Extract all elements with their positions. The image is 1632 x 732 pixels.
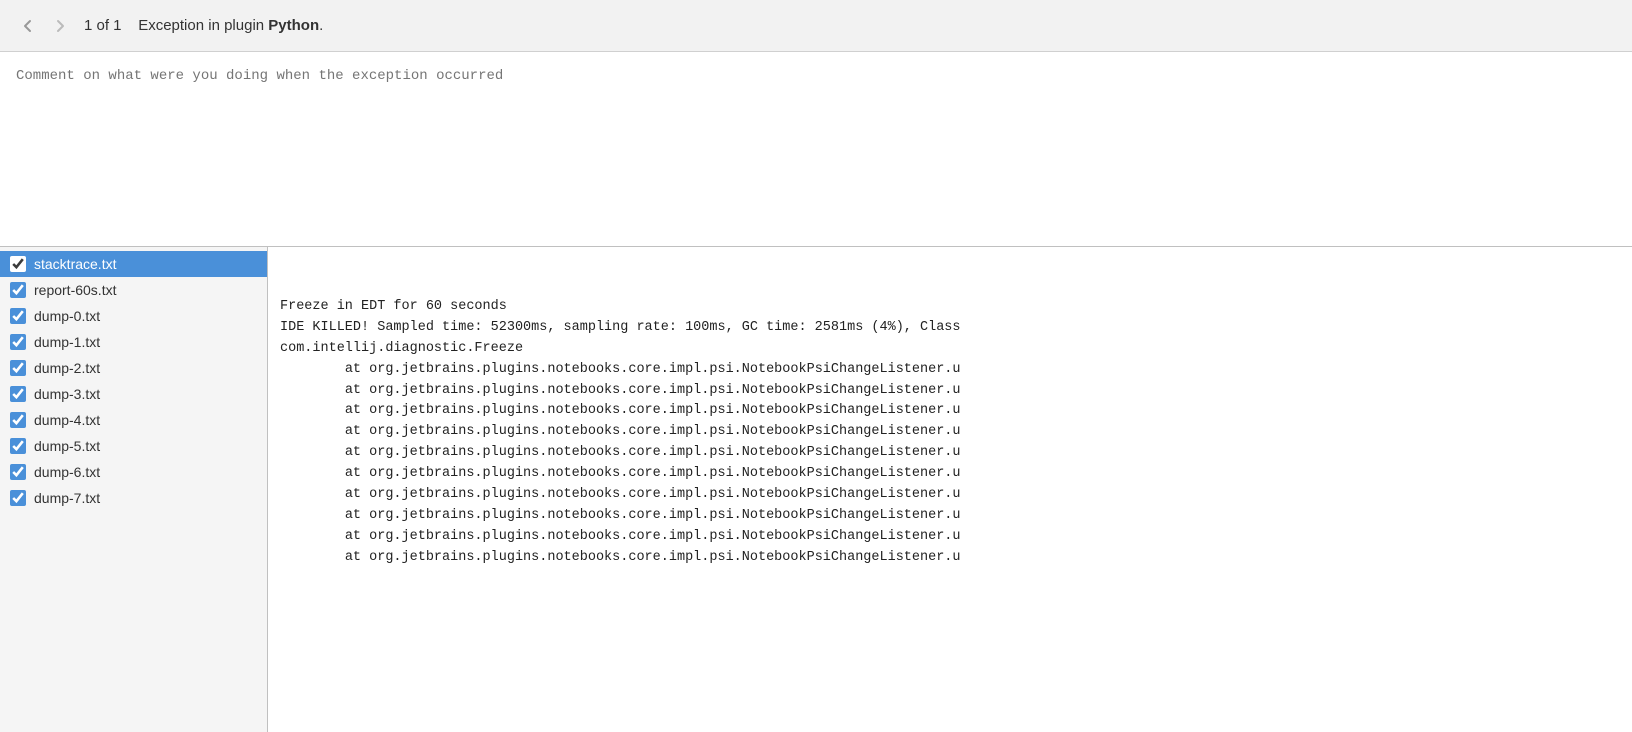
file-item[interactable]: dump-1.txt xyxy=(0,329,267,355)
file-item[interactable]: stacktrace.txt xyxy=(0,251,267,277)
content-line: at org.jetbrains.plugins.notebooks.core.… xyxy=(280,464,1620,485)
file-label: dump-2.txt xyxy=(34,360,100,376)
content-line: at org.jetbrains.plugins.notebooks.core.… xyxy=(280,381,1620,402)
content-line: IDE KILLED! Sampled time: 52300ms, sampl… xyxy=(280,318,1620,339)
file-item[interactable]: dump-6.txt xyxy=(0,459,267,485)
file-label: dump-4.txt xyxy=(34,412,100,428)
content-line: Freeze in EDT for 60 seconds xyxy=(280,297,1620,318)
file-label: dump-3.txt xyxy=(34,386,100,402)
comment-section xyxy=(0,52,1632,247)
nav-title: 1 of 1 Exception in plugin Python. xyxy=(84,17,323,34)
file-item[interactable]: dump-5.txt xyxy=(0,433,267,459)
content-line: at org.jetbrains.plugins.notebooks.core.… xyxy=(280,443,1620,464)
content-line: at org.jetbrains.plugins.notebooks.core.… xyxy=(280,485,1620,506)
content-line: at org.jetbrains.plugins.notebooks.core.… xyxy=(280,360,1620,381)
bottom-panel: stacktrace.txt report-60s.txt dump-0.txt du… xyxy=(0,247,1632,732)
file-checkbox[interactable] xyxy=(10,334,26,350)
content-line: at org.jetbrains.plugins.notebooks.core.… xyxy=(280,527,1620,548)
file-checkbox[interactable] xyxy=(10,386,26,402)
file-checkbox[interactable] xyxy=(10,412,26,428)
file-label: dump-6.txt xyxy=(34,464,100,480)
file-label: dump-0.txt xyxy=(34,308,100,324)
file-label: dump-5.txt xyxy=(34,438,100,454)
content-line: com.intellij.diagnostic.Freeze xyxy=(280,339,1620,360)
nav-title-prefix: Exception in plugin xyxy=(138,17,268,34)
content-line: at org.jetbrains.plugins.notebooks.core.… xyxy=(280,506,1620,527)
file-checkbox[interactable] xyxy=(10,490,26,506)
file-label: report-60s.txt xyxy=(34,282,116,298)
back-arrow-button[interactable] xyxy=(16,14,40,38)
file-item[interactable]: dump-2.txt xyxy=(0,355,267,381)
nav-title-bold: Python xyxy=(268,17,319,34)
content-line: at org.jetbrains.plugins.notebooks.core.… xyxy=(280,401,1620,422)
content-line: at org.jetbrains.plugins.notebooks.core.… xyxy=(280,548,1620,569)
file-list: stacktrace.txt report-60s.txt dump-0.txt du… xyxy=(0,247,268,732)
file-item[interactable]: dump-7.txt xyxy=(0,485,267,511)
nav-bar: 1 of 1 Exception in plugin Python. xyxy=(0,0,1632,52)
file-label: dump-7.txt xyxy=(34,490,100,506)
content-line: at org.jetbrains.plugins.notebooks.core.… xyxy=(280,422,1620,443)
content-area[interactable]: Freeze in EDT for 60 secondsIDE KILLED! … xyxy=(268,247,1632,732)
file-checkbox[interactable] xyxy=(10,308,26,324)
forward-arrow-button[interactable] xyxy=(48,14,72,38)
main-container: 1 of 1 Exception in plugin Python. stack… xyxy=(0,0,1632,732)
file-checkbox[interactable] xyxy=(10,282,26,298)
file-label: dump-1.txt xyxy=(34,334,100,350)
nav-arrows xyxy=(16,14,72,38)
file-item[interactable]: dump-4.txt xyxy=(0,407,267,433)
file-checkbox[interactable] xyxy=(10,464,26,480)
file-checkbox[interactable] xyxy=(10,360,26,376)
file-item[interactable]: dump-3.txt xyxy=(0,381,267,407)
file-item[interactable]: dump-0.txt xyxy=(0,303,267,329)
file-checkbox[interactable] xyxy=(10,256,26,272)
nav-counter: 1 of 1 xyxy=(84,17,122,34)
nav-title-suffix: . xyxy=(319,17,323,34)
file-checkbox[interactable] xyxy=(10,438,26,454)
file-item[interactable]: report-60s.txt xyxy=(0,277,267,303)
comment-textarea[interactable] xyxy=(8,60,1624,238)
file-label: stacktrace.txt xyxy=(34,256,116,272)
